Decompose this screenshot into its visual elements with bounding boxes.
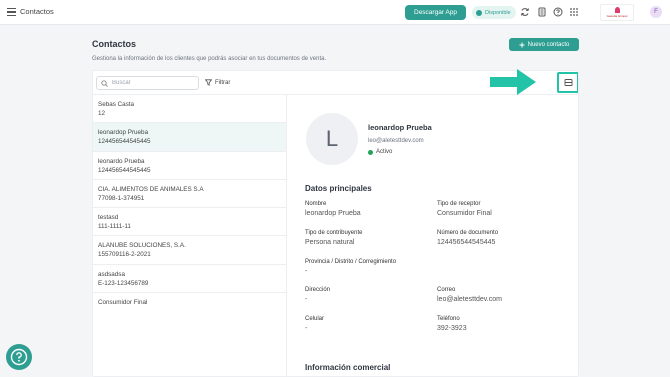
active-dot-icon bbox=[368, 149, 373, 155]
list-item[interactable]: leonardo Prueba 124456544545445 bbox=[93, 152, 286, 180]
contact-name: ALANUBE SOLUCIONES, S.A. bbox=[98, 242, 186, 250]
company-logo-text: Gacetta Gimpel bbox=[606, 14, 628, 18]
section-title-main: Datos principales bbox=[305, 184, 372, 193]
list-item[interactable]: Sebas Casta 12 bbox=[93, 95, 286, 124]
download-app-button[interactable]: Descargar App bbox=[405, 5, 466, 20]
contact-avatar: L bbox=[306, 113, 358, 165]
contact-id: 124456544545445 bbox=[98, 138, 151, 146]
company-logo[interactable]: Gacetta Gimpel bbox=[600, 4, 634, 21]
menu-icon[interactable] bbox=[7, 8, 16, 16]
availability-label: Disponible bbox=[485, 9, 511, 16]
contact-name: Sebas Casta bbox=[98, 101, 135, 108]
list-item[interactable]: testasd 111-1111-11 bbox=[93, 208, 286, 237]
list-item[interactable]: asdsadsa E-123-123456789 bbox=[93, 265, 286, 294]
calculator-icon[interactable] bbox=[537, 7, 547, 17]
app-title: Contactos bbox=[20, 7, 54, 16]
list-item[interactable]: CIA. ALIMENTOS DE ANIMALES S.A 77098-1-3… bbox=[93, 180, 286, 209]
field-label-celular: Celular bbox=[305, 316, 325, 322]
field-value-celular: - bbox=[305, 325, 308, 332]
field-label-nombre: Nombre bbox=[305, 201, 327, 207]
field-value-provincia: - bbox=[305, 268, 308, 275]
contact-name: testasd bbox=[98, 214, 119, 222]
company-logo-mark bbox=[614, 7, 620, 13]
contact-id: E-123-123456789 bbox=[98, 279, 149, 287]
filter-icon bbox=[205, 79, 212, 86]
green-arrow-icon bbox=[490, 69, 536, 95]
contact-name: asdsadsa bbox=[98, 270, 125, 278]
contact-id: 111-1111-11 bbox=[98, 223, 131, 231]
toggle-view-button[interactable] bbox=[557, 72, 578, 93]
search-input[interactable] bbox=[112, 80, 192, 86]
contacts-card: Filtrar Sebas Casta 12 leonardop Prueba … bbox=[92, 70, 579, 377]
field-label-direccion: Dirección bbox=[305, 287, 331, 293]
status-dot-icon bbox=[476, 9, 482, 16]
field-value-numero-documento: 124456544545445 bbox=[437, 239, 496, 246]
contact-id: 77098-1-374951 bbox=[98, 194, 145, 202]
contact-id: 155709116-2-2021 bbox=[98, 251, 151, 259]
field-label-numero-documento: Número de documento bbox=[437, 230, 499, 236]
search-box[interactable] bbox=[96, 76, 199, 90]
field-value-correo: leo@aletesttdev.com bbox=[437, 296, 502, 303]
field-label-tipo-contribuyente: Tipo de contribuyente bbox=[305, 230, 363, 236]
contact-name: leonardo Prueba bbox=[98, 157, 145, 165]
filter-label: Filtrar bbox=[215, 79, 231, 86]
sync-icon[interactable] bbox=[520, 7, 530, 17]
field-value-tipo-contribuyente: Persona natural bbox=[305, 239, 355, 246]
page-subtitle: Gestiona la información de los clientes … bbox=[92, 56, 327, 62]
floating-help-button[interactable] bbox=[6, 344, 32, 370]
list-item-selected[interactable]: leonardop Prueba 124456544545445 bbox=[93, 123, 286, 152]
contact-name: leonardop Prueba bbox=[98, 129, 149, 137]
list-item[interactable]: Consumidor Final bbox=[93, 293, 286, 321]
apps-grid-icon[interactable] bbox=[569, 7, 579, 17]
field-value-direccion: - bbox=[305, 296, 308, 303]
contact-id: 12 bbox=[98, 110, 106, 117]
contact-name: CIA. ALIMENTOS DE ANIMALES S.A bbox=[98, 185, 204, 193]
field-value-tipo-receptor: Consumidor Final bbox=[437, 210, 492, 217]
page-title: Contactos bbox=[92, 39, 137, 49]
contact-status: Activo bbox=[368, 149, 392, 155]
top-bar: Contactos Descargar App Disponible Gacet… bbox=[0, 0, 670, 25]
contact-detail-panel: L leonardop Prueba leo@aletesttdev.com A… bbox=[288, 95, 578, 376]
contact-status-label: Activo bbox=[376, 149, 393, 155]
contact-name: Consumidor Final bbox=[98, 299, 148, 307]
new-contact-button[interactable]: Nuevo contacto bbox=[509, 38, 579, 51]
panel-toggle-icon bbox=[564, 79, 572, 86]
user-avatar[interactable]: F bbox=[650, 6, 662, 18]
filter-button[interactable]: Filtrar bbox=[205, 79, 230, 86]
field-label-tipo-receptor: Tipo de receptor bbox=[437, 201, 481, 207]
section-title-commercial: Información comercial bbox=[305, 363, 391, 372]
question-icon bbox=[10, 348, 28, 366]
contact-detail-email: leo@aletesttdev.com bbox=[368, 138, 424, 144]
field-label-correo: Correo bbox=[437, 287, 456, 293]
field-value-telefono: 392-3923 bbox=[437, 325, 467, 332]
new-contact-label: Nuevo contacto bbox=[527, 41, 570, 48]
availability-status[interactable]: Disponible bbox=[472, 6, 516, 19]
field-label-telefono: Teléfono bbox=[437, 316, 460, 322]
field-value-nombre: leonardop Prueba bbox=[305, 210, 361, 217]
list-item[interactable]: ALANUBE SOLUCIONES, S.A. 155709116-2-202… bbox=[93, 236, 286, 265]
search-icon bbox=[101, 79, 108, 87]
help-icon[interactable] bbox=[553, 7, 563, 17]
contacts-list: Sebas Casta 12 leonardop Prueba 12445654… bbox=[93, 95, 287, 376]
field-label-provincia: Provincia / Distrito / Corregimiento bbox=[305, 259, 397, 265]
contact-id: 124456544545445 bbox=[98, 166, 151, 174]
plus-icon bbox=[519, 42, 525, 47]
contact-detail-name: leonardop Prueba bbox=[368, 123, 432, 132]
